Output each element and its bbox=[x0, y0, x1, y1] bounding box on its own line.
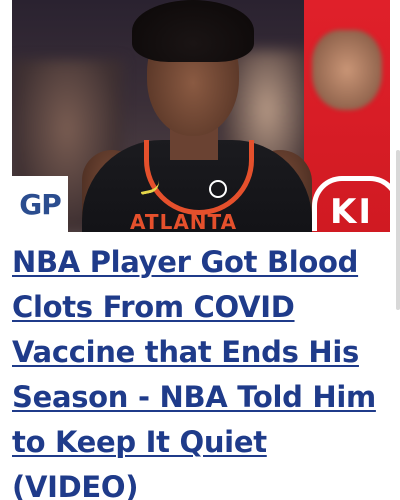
banner-logo-text: KI bbox=[330, 192, 373, 232]
headline-line: Season - NBA Told Him bbox=[12, 380, 376, 414]
headline-line: Clots From COVID bbox=[12, 290, 295, 324]
scrollbar-thumb[interactable] bbox=[396, 150, 400, 310]
jersey-team-name: ATLANTA bbox=[130, 210, 238, 232]
raised-hand bbox=[312, 30, 382, 110]
source-logo-text: GP bbox=[19, 187, 62, 221]
article-card[interactable]: KI ATLANTA GP NBA Player Got Blood Clots… bbox=[0, 0, 400, 500]
headline-line: to Keep It Quiet bbox=[12, 425, 267, 459]
headline-line: Vaccine that Ends His bbox=[12, 335, 359, 369]
player-hair bbox=[132, 0, 254, 62]
headline-line: (VIDEO) bbox=[12, 470, 139, 500]
article-photo[interactable]: KI ATLANTA bbox=[12, 0, 390, 232]
article-headline-link[interactable]: NBA Player Got Blood Clots From COVID Va… bbox=[12, 240, 392, 500]
source-logo: GP bbox=[12, 176, 68, 232]
headline-line: NBA Player Got Blood bbox=[12, 245, 359, 279]
sponsor-badge-icon bbox=[209, 180, 227, 198]
